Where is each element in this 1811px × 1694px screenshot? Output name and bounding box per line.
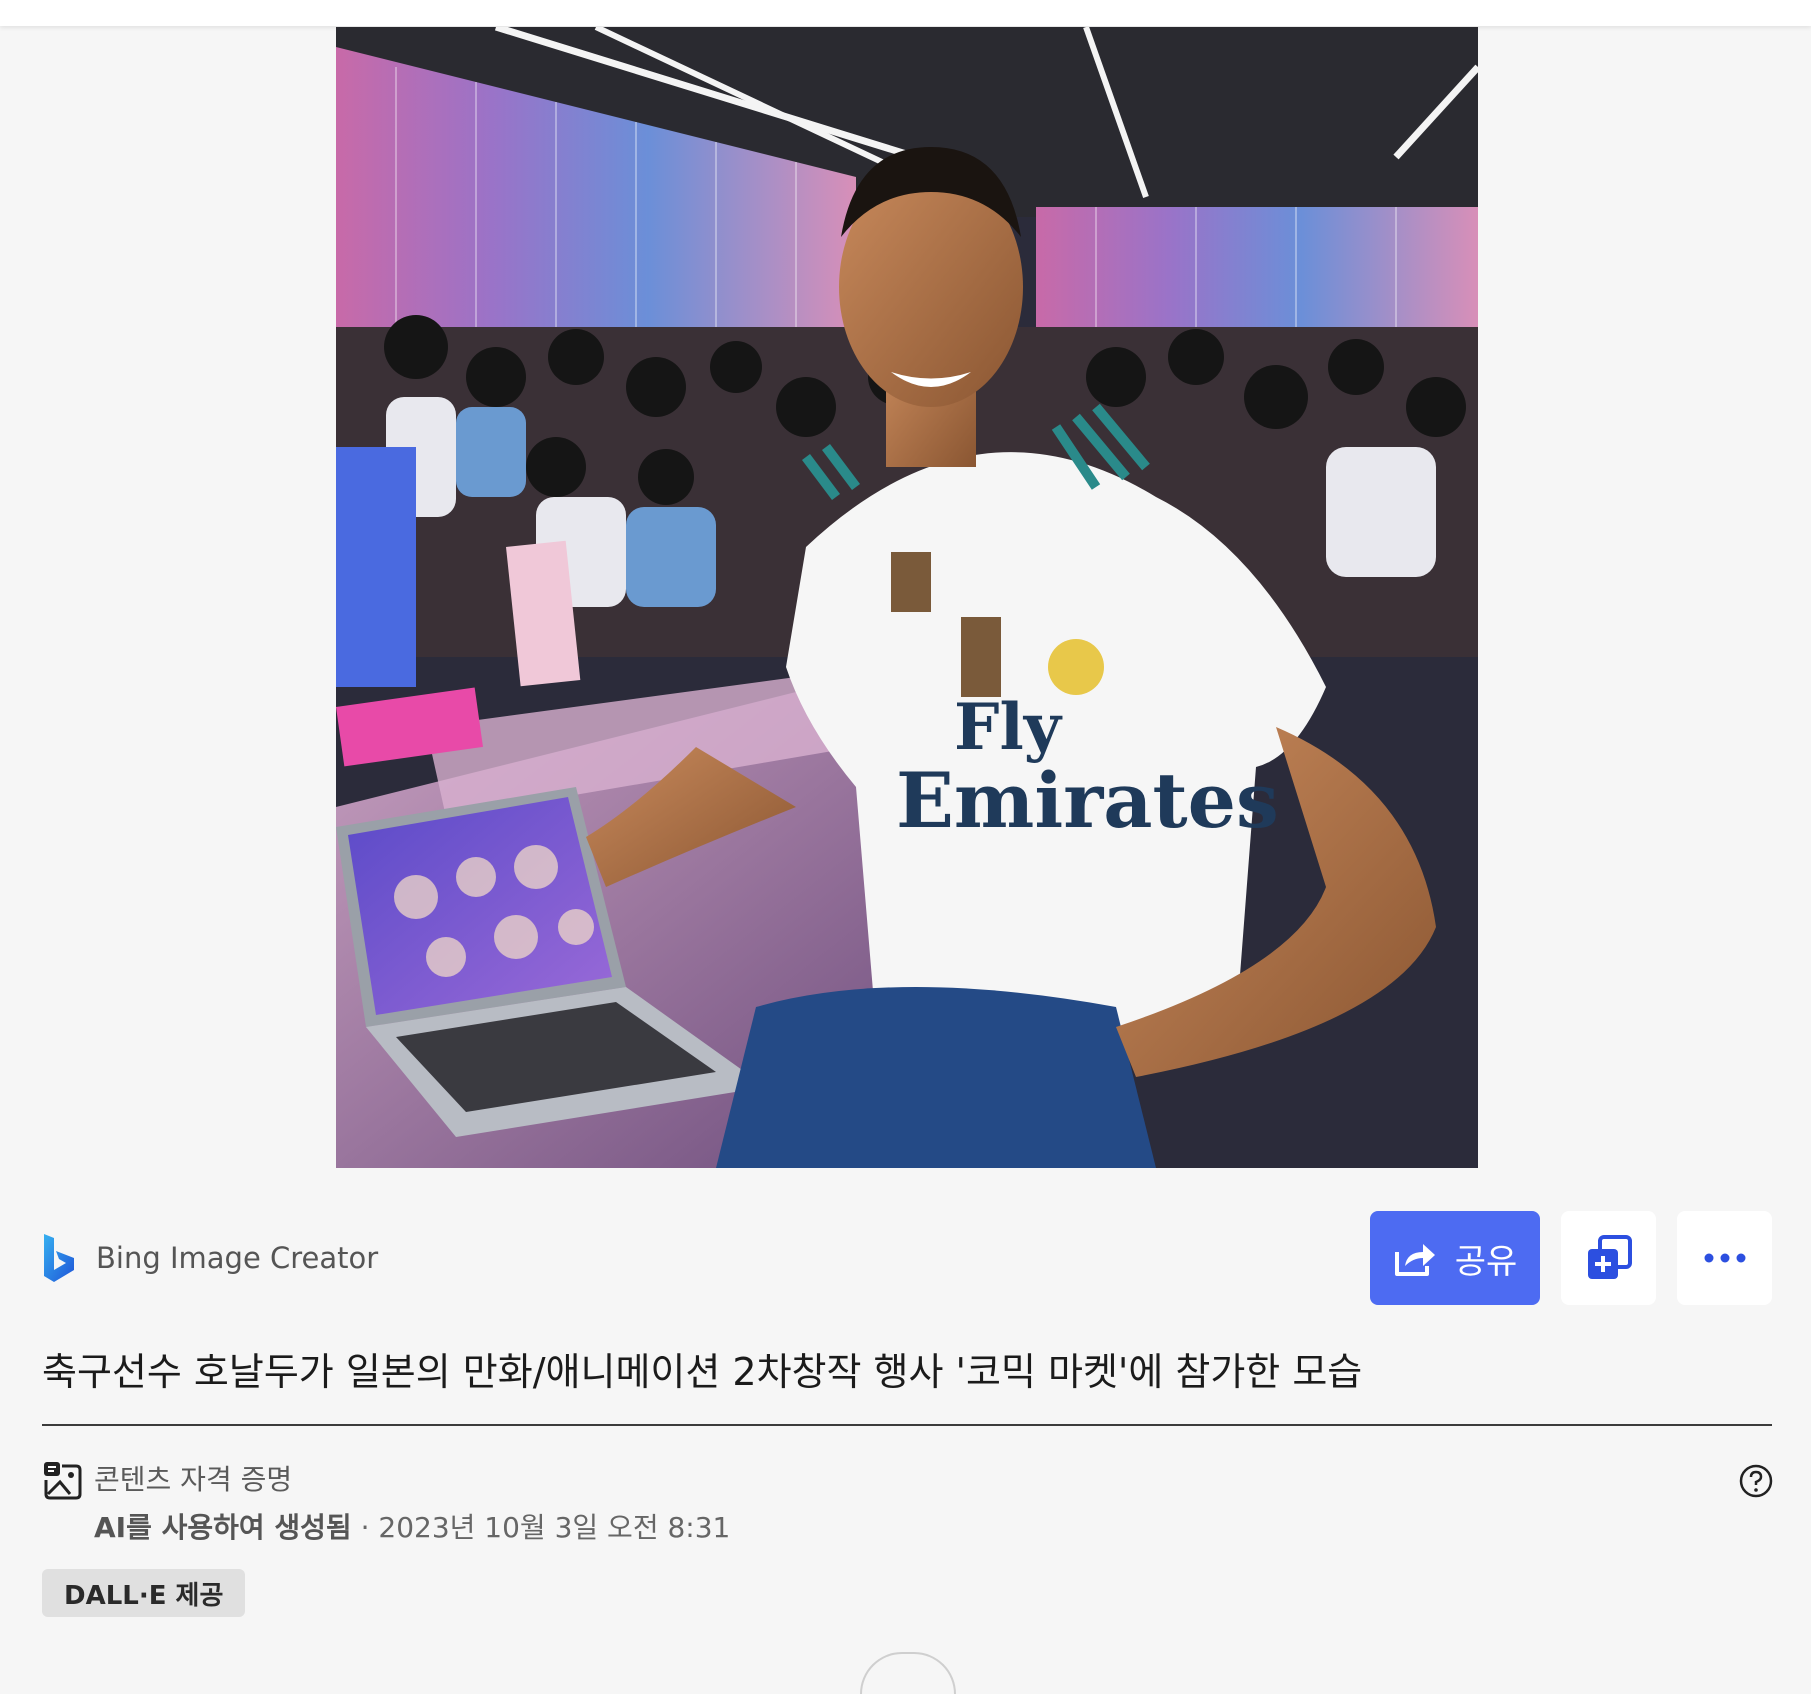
image-caption: 축구선수 호날두가 일본의 만화/애니메이션 2차창작 행사 '코믹 마켓'에 …: [42, 1342, 1772, 1426]
generated-image-canvas: Fly Emirates: [336, 27, 1478, 1168]
generated-image[interactable]: Fly Emirates: [336, 27, 1478, 1168]
share-button[interactable]: 공유: [1370, 1211, 1540, 1305]
credentials-separator: ·: [351, 1511, 379, 1544]
more-options-icon: [1704, 1253, 1745, 1263]
add-to-collection-button[interactable]: [1561, 1211, 1656, 1305]
share-button-label: 공유: [1454, 1241, 1518, 1282]
jersey-sponsor-line2: Emirates: [896, 756, 1279, 845]
ai-generated-label: AI를 사용하여 생성됨: [94, 1511, 352, 1544]
add-to-collection-icon: [1587, 1235, 1632, 1279]
share-icon: [1394, 1244, 1435, 1276]
more-options-button[interactable]: [1677, 1211, 1772, 1305]
content-credentials-icon: [44, 1462, 82, 1500]
dalle-badge: DALL·E 제공: [42, 1569, 246, 1617]
credentials-label: 콘텐츠 자격 증명: [94, 1463, 293, 1496]
scroll-indicator[interactable]: [860, 1652, 956, 1694]
jersey-sponsor-line1: Fly: [954, 690, 1063, 765]
credentials-timestamp: 2023년 10월 3일 오전 8:31: [378, 1511, 731, 1544]
help-icon[interactable]: [1739, 1464, 1773, 1498]
bing-logo-icon: [44, 1234, 74, 1282]
action-buttons: 공유: [1370, 1211, 1772, 1305]
credentials-detail: AI를 사용하여 생성됨 · 2023년 10월 3일 오전 8:31: [94, 1506, 730, 1546]
creator-attribution: Bing Image Creator: [42, 1210, 378, 1306]
creator-name[interactable]: Bing Image Creator: [96, 1241, 378, 1275]
top-bar: [0, 0, 1811, 26]
